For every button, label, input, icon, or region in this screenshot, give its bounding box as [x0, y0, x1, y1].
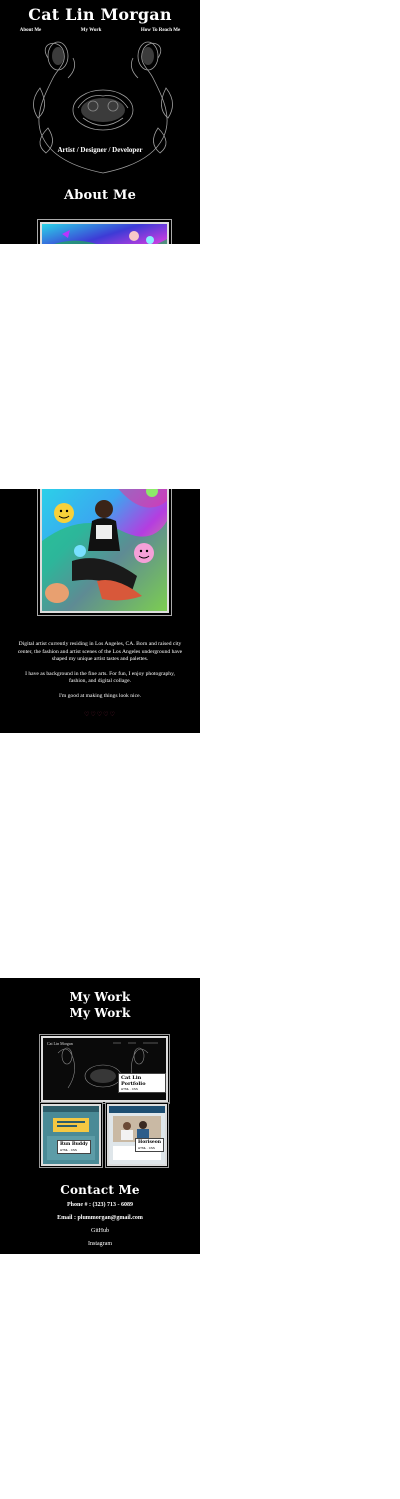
instagram-link[interactable]: Instagram: [0, 1241, 200, 1247]
work-heading: My Work: [69, 990, 131, 1004]
project-title-portfolio: Cat Lin Portfolio: [121, 1075, 146, 1087]
hero-illustration: [33, 41, 173, 174]
bio-paragraph-3: I'm good at making things look nice.: [59, 692, 141, 699]
page-section-work: My Work My Work Cat Lin Morgan Cat Lin P…: [0, 978, 200, 1254]
profile-photo-top: [42, 224, 167, 244]
nav-link-about[interactable]: About Me: [20, 28, 42, 33]
nav-link-contact[interactable]: How To Reach Me: [141, 28, 180, 33]
github-link[interactable]: GitHub: [0, 1228, 200, 1234]
main-nav: About Me My Work How To Reach Me: [0, 28, 200, 33]
profile-photo: [42, 489, 167, 611]
tagline: Artist / Designer / Developer: [57, 146, 143, 154]
contact-email[interactable]: Email : plummorgan@gmail.com: [0, 1215, 200, 1221]
project-tech-portfolio: HTML · CSS: [121, 1087, 138, 1091]
project-tech-run-buddy: HTML · CSS: [60, 1148, 77, 1152]
about-heading: About Me: [63, 188, 137, 203]
project-card-run-buddy[interactable]: Run Buddy HTML · CSS: [41, 1104, 101, 1166]
project-thumbnail-run-buddy: [43, 1106, 99, 1164]
project-title-run-buddy: Run Buddy: [60, 1142, 88, 1147]
contact-phone: Phone # : (323) 713 - 6089: [67, 1202, 133, 1208]
project-label-portfolio: Cat Lin Portfolio HTML · CSS: [118, 1073, 166, 1093]
preview-site-title: Cat Lin Morgan: [47, 1041, 73, 1046]
project-tech-horiseon: HTML · CSS: [138, 1146, 155, 1150]
bio-paragraph-2: I have as background in the fine arts. F…: [25, 670, 175, 685]
project-title-horiseon: Horiseon: [138, 1140, 162, 1145]
profile-photo-frame: [40, 222, 169, 244]
about-bio: Digital artist currently residing in Los…: [16, 641, 184, 707]
project-label-horiseon: Horiseon HTML · CSS: [135, 1138, 165, 1152]
work-heading-duplicate: My Work: [69, 1006, 131, 1020]
contact-heading: Contact Me: [60, 1183, 140, 1197]
project-card-horiseon[interactable]: Horiseon HTML · CSS: [107, 1104, 167, 1166]
profile-photo-frame-continued: [40, 489, 169, 613]
site-title: Cat Lin Morgan: [28, 5, 172, 24]
project-card-portfolio[interactable]: Cat Lin Morgan Cat Lin Portfolio HTML · …: [41, 1036, 168, 1102]
nav-link-work[interactable]: My Work: [81, 28, 102, 33]
project-label-run-buddy: Run Buddy HTML · CSS: [57, 1140, 91, 1154]
page-section-top: Cat Lin Morgan About Me My Work How To R…: [0, 0, 200, 244]
bio-paragraph-1: Digital artist currently residing in Los…: [17, 641, 183, 662]
project-thumbnail-horiseon: [109, 1106, 165, 1164]
page-section-about: Digital artist currently residing in Los…: [0, 489, 200, 733]
heart-rating: ♡♡♡♡♡: [84, 712, 116, 718]
